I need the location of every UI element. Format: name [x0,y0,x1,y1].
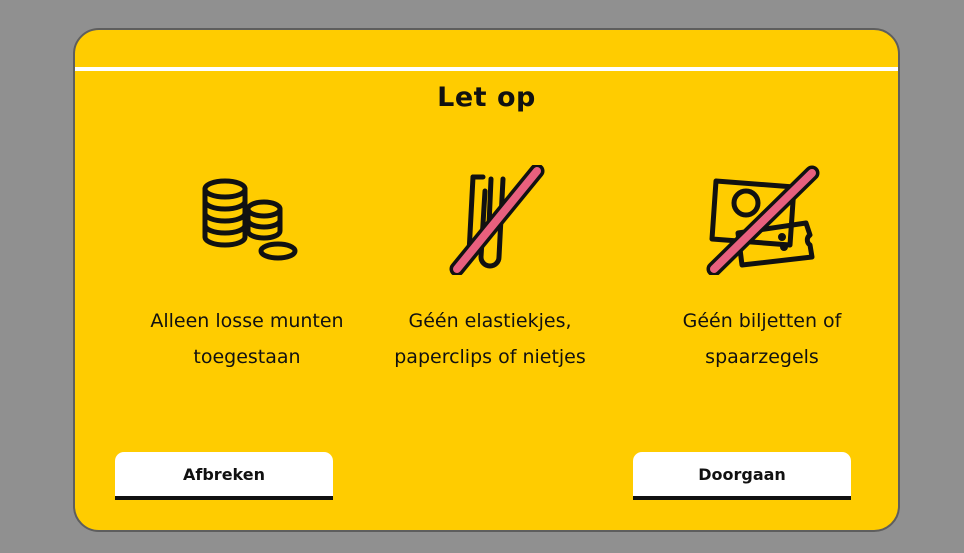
continue-button[interactable]: Doorgaan [633,452,851,500]
no-banknote-icon [706,165,820,275]
cancel-button[interactable]: Afbreken [115,452,333,500]
banknote-caption-line1: Géén biljetten of [682,310,842,332]
header-divider [75,67,898,71]
no-paperclip-icon [449,165,545,275]
warning-dialog: Let op Alleen losse munten toegestaan Gé… [73,28,900,532]
info-item-no-banknotes: Géén biljetten of spaarzegels [622,165,898,375]
coins-icon [202,178,298,261]
info-item-no-paperclips: Géén elastiekjes, paperclips of nietjes [350,165,630,375]
dialog-title: Let op [437,82,536,113]
coins-caption-line1: Alleen losse munten [150,310,344,332]
coins-caption-line2: toegestaan [193,346,301,368]
info-item-coins: Alleen losse munten toegestaan [107,165,387,375]
paperclip-caption-line2: paperclips of nietjes [394,346,586,368]
paperclip-caption-line1: Géén elastiekjes, [408,310,572,332]
banknote-caption-line2: spaarzegels [705,346,819,368]
